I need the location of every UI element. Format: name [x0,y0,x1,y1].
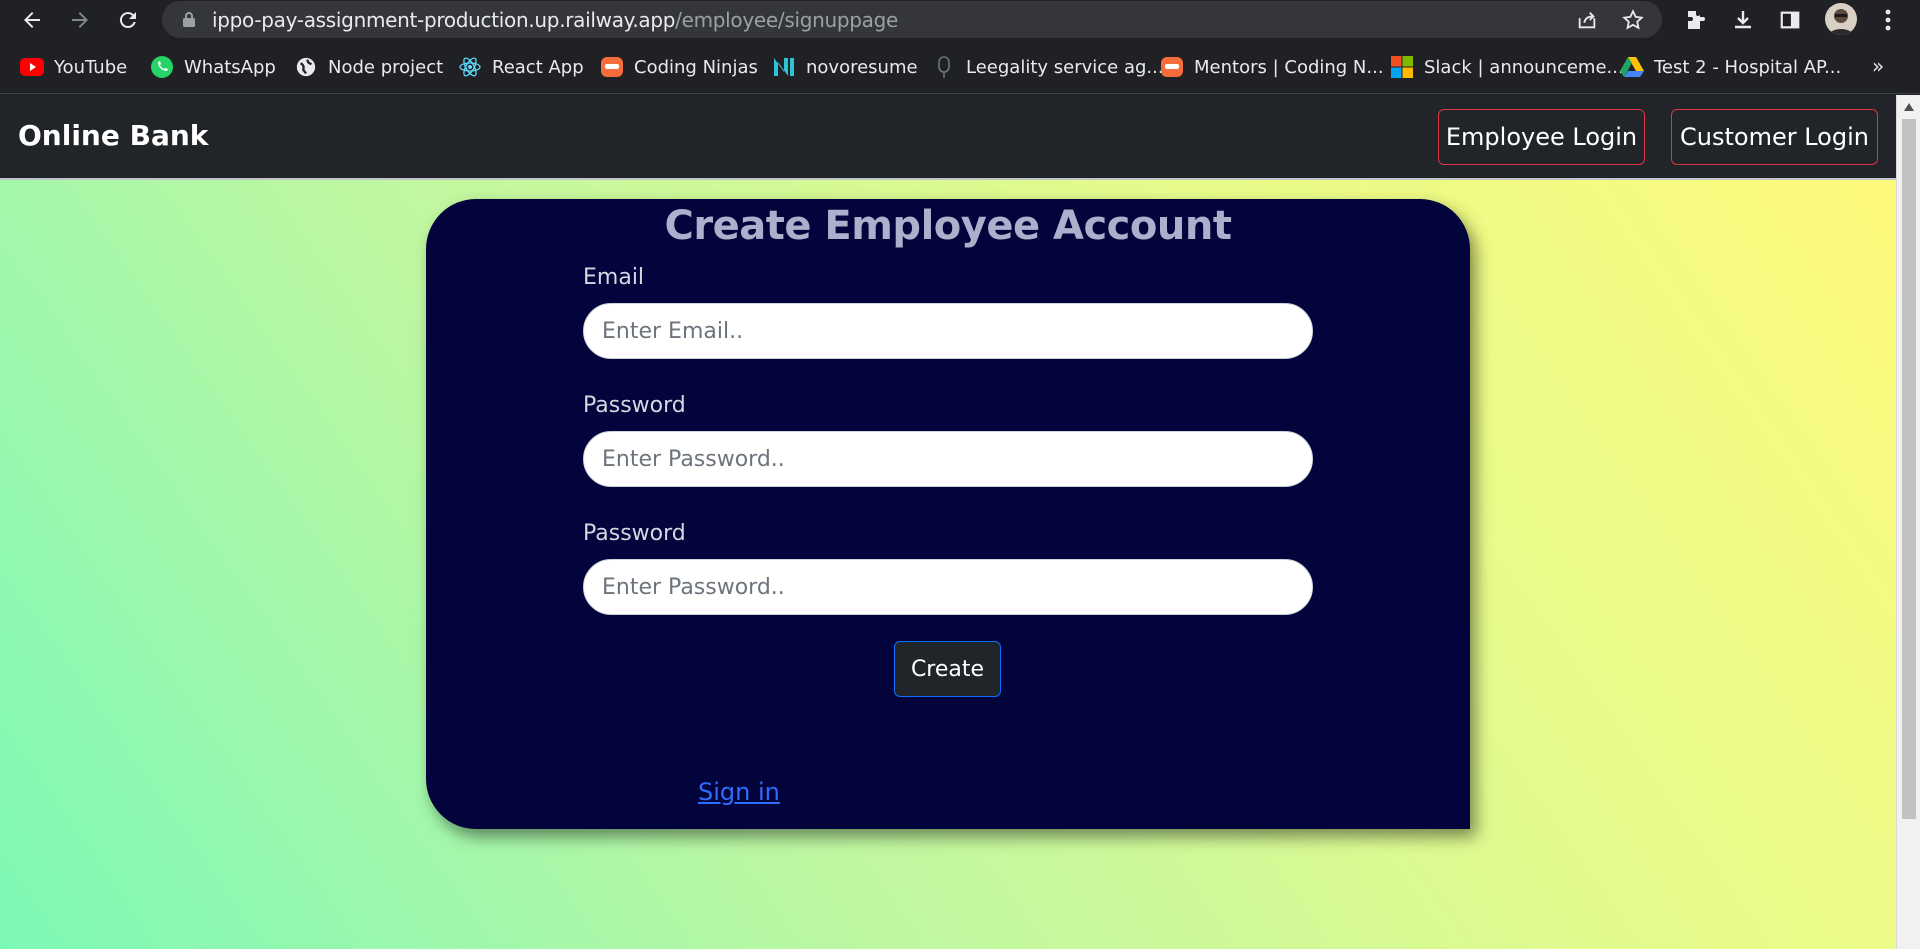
url-host: ippo-pay-assignment-production.up.railwa… [212,8,676,32]
bookmark-react-app[interactable]: React App [458,54,584,80]
microsoft-icon [1390,55,1414,79]
bookmark-star-icon[interactable] [1620,7,1646,33]
reload-icon [119,12,136,29]
extensions-icon[interactable] [1679,4,1711,36]
sign-in-link[interactable]: Sign in [698,778,780,806]
page-title: Create Employee Account [664,203,1232,249]
email-field[interactable] [583,303,1313,359]
bookmark-label: Mentors | Coding N... [1194,56,1384,78]
youtube-icon [20,55,44,79]
download-icon[interactable] [1727,4,1759,36]
back-button[interactable] [16,4,48,36]
bookmark-label: Leegality service ag... [966,56,1164,78]
signup-card: Create Employee Account Email Password P… [426,199,1470,829]
coding-ninjas-icon [1160,55,1184,79]
bookmark-label: Slack | announceme... [1424,56,1624,78]
bookmark-label: WhatsApp [184,56,276,78]
bookmark-novoresume[interactable]: novoresume [772,54,918,80]
page-viewport: Online Bank Employee Login Customer Logi… [0,95,1896,949]
bookmark-label: Node project [328,56,444,78]
more-bookmarks-button[interactable]: » [1872,54,1884,78]
forward-button[interactable] [64,4,96,36]
bookmark-leegality[interactable]: Leegality service ag... [932,54,1164,80]
bookmark-label: novoresume [806,56,918,78]
confirm-password-field[interactable] [583,559,1313,615]
bookmarks-bar: YouTube WhatsApp Node project React App … [0,40,1920,94]
url-text: ippo-pay-assignment-production.up.railwa… [212,8,898,32]
globe-icon [294,55,318,79]
bookmark-label: React App [492,56,584,78]
url-path: /employee/signuppage [675,8,899,32]
side-panel-icon[interactable] [1774,4,1806,36]
bookmark-youtube[interactable]: YouTube [20,54,127,80]
confirm-password-label: Password [583,521,686,546]
bookmark-node-project[interactable]: Node project [294,54,443,80]
bookmark-label: Coding Ninjas [634,56,758,78]
customer-login-button[interactable]: Customer Login [1671,109,1878,165]
bookmark-label: YouTube [54,56,128,78]
whatsapp-icon [150,55,174,79]
create-button[interactable]: Create [894,641,1001,697]
employee-login-button[interactable]: Employee Login [1438,109,1645,165]
scrollbar-thumb[interactable] [1902,119,1916,819]
bookmark-label: Test 2 - Hospital AP... [1654,56,1842,78]
page-scrollbar[interactable] [1896,95,1920,949]
react-icon [458,55,482,79]
password-field[interactable] [583,431,1313,487]
profile-avatar[interactable] [1825,3,1857,35]
bookmark-slack[interactable]: Slack | announceme... [1390,54,1624,80]
coding-ninjas-icon [600,55,624,79]
bookmark-coding-ninjas[interactable]: Coding Ninjas [600,54,758,80]
scroll-up-arrow-icon[interactable] [1897,97,1920,117]
site-navbar: Online Bank Employee Login Customer Logi… [0,95,1896,180]
menu-icon[interactable] [1872,4,1904,36]
leegality-icon [932,55,956,79]
bookmark-whatsapp[interactable]: WhatsApp [150,54,276,80]
lock-icon [182,11,196,32]
novoresume-icon [772,55,796,79]
address-bar[interactable]: ippo-pay-assignment-production.up.railwa… [162,1,1662,38]
google-drive-icon [1620,55,1644,79]
brand-title[interactable]: Online Bank [18,119,208,152]
password-label: Password [583,393,686,418]
arrow-left-icon [24,12,40,28]
reload-button[interactable] [112,4,144,36]
bookmark-mentors-coding-ninjas[interactable]: Mentors | Coding N... [1160,54,1384,80]
bookmark-test-2-hospital[interactable]: Test 2 - Hospital AP... [1620,54,1841,80]
arrow-right-icon [72,12,88,28]
browser-toolbar: ippo-pay-assignment-production.up.railwa… [0,0,1920,40]
share-icon[interactable] [1574,7,1600,33]
email-label: Email [583,265,645,290]
